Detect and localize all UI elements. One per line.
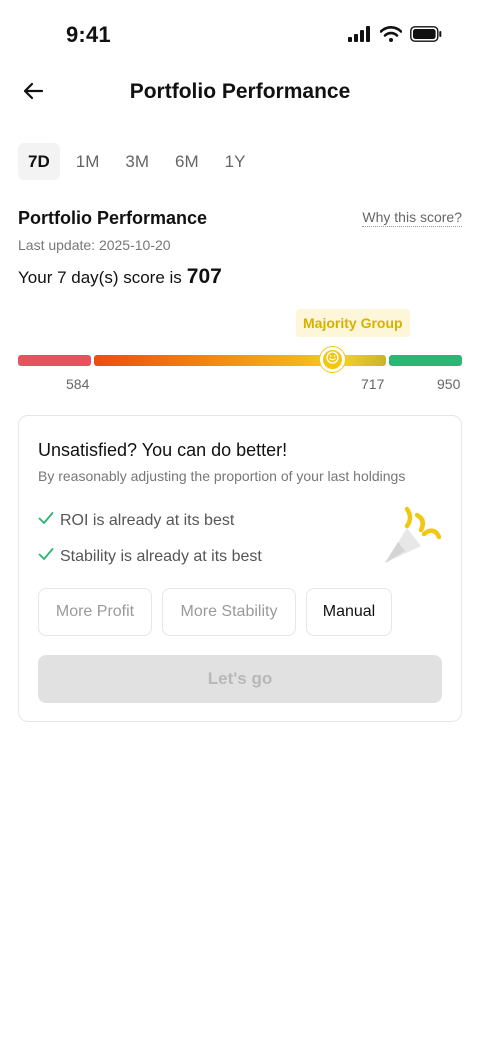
checkmark-icon — [38, 547, 54, 566]
section-title: Portfolio Performance — [18, 208, 208, 228]
card-subtitle: By reasonably adjusting the proportion o… — [38, 468, 406, 484]
signal-icon — [348, 26, 372, 47]
check-row-stability: Stability is already at its best — [38, 547, 262, 566]
check-label-stability: Stability is already at its best — [60, 547, 262, 565]
why-this-score-link[interactable]: Why this score? — [362, 209, 462, 227]
tab-1y[interactable]: 1Y — [215, 143, 256, 180]
tick-label-low: 584 — [66, 376, 90, 392]
tick-label-mid: 717 — [361, 376, 385, 392]
score-bar — [18, 355, 462, 366]
status-time: 9:41 — [66, 22, 111, 47]
manual-button[interactable]: Manual — [306, 588, 392, 636]
page-title: Portfolio Performance — [129, 80, 351, 103]
majority-group-tag: Majority Group — [296, 309, 410, 337]
tab-6m[interactable]: 6M — [165, 143, 209, 180]
status-icons — [348, 26, 442, 47]
wifi-icon — [379, 26, 403, 47]
more-profit-button[interactable]: More Profit — [38, 588, 152, 636]
tab-1m[interactable]: 1M — [66, 143, 110, 180]
card-title: Unsatisfied? You can do better! — [38, 440, 288, 460]
period-tabs: 7D 1M 3M 6M 1Y — [18, 143, 261, 180]
score-prefix: Your 7 day(s) score is — [18, 268, 182, 287]
tab-3m[interactable]: 3M — [115, 143, 159, 180]
score-marker — [320, 347, 345, 372]
check-row-roi: ROI is already at its best — [38, 511, 234, 530]
score-value: 707 — [186, 265, 222, 288]
check-label-roi: ROI is already at its best — [60, 511, 235, 529]
last-update: Last update: 2025-10-20 — [18, 237, 171, 253]
nav-bar: Portfolio Performance — [0, 70, 480, 116]
tick-label-high: 950 — [437, 376, 461, 392]
tab-7d[interactable]: 7D — [18, 143, 60, 180]
checkmark-icon — [38, 511, 54, 530]
party-popper-icon — [379, 506, 443, 568]
improvement-card: Unsatisfied? You can do better! By reaso… — [18, 415, 462, 722]
smiley-icon — [326, 350, 339, 369]
battery-icon — [410, 26, 442, 47]
status-bar: 9:41 — [0, 0, 480, 70]
score-line: Your 7 day(s) score is 707 — [18, 265, 222, 289]
score-bar-low-segment — [18, 355, 91, 366]
more-stability-button[interactable]: More Stability — [162, 588, 296, 636]
score-bar-high-segment — [389, 355, 462, 366]
lets-go-button[interactable]: Let's go — [38, 655, 442, 703]
